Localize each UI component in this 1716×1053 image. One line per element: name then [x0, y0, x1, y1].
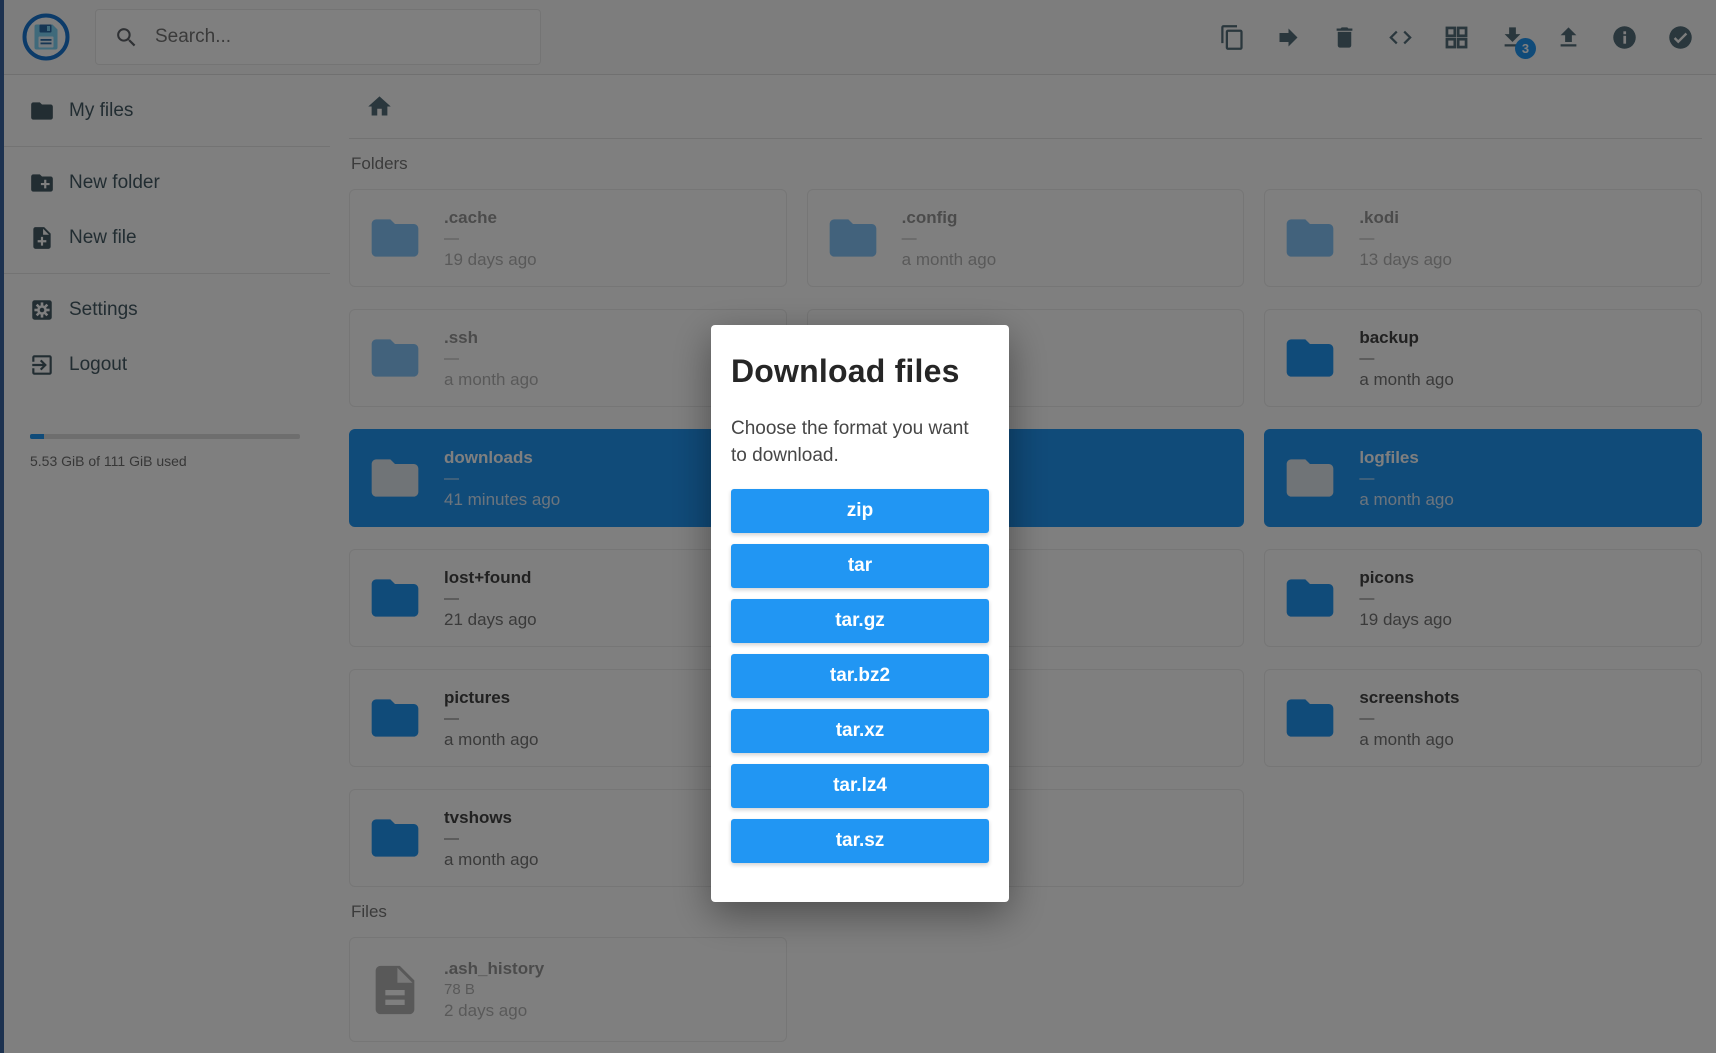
- format-button[interactable]: tar.xz: [731, 709, 989, 753]
- format-button-list: zip tar tar.gz tar.bz2 tar.xz tar.lz4 tar.sz: [731, 489, 989, 863]
- format-button[interactable]: zip: [731, 489, 989, 533]
- format-button[interactable]: tar.lz4: [731, 764, 989, 808]
- format-button[interactable]: tar.sz: [731, 819, 989, 863]
- format-button[interactable]: tar.gz: [731, 599, 989, 643]
- dialog-title: Download files: [731, 351, 989, 391]
- download-dialog: Download files Choose the format you wan…: [711, 325, 1009, 902]
- format-button[interactable]: tar: [731, 544, 989, 588]
- dialog-description: Choose the format you want to download.: [731, 415, 989, 469]
- filebrowser-app: Search... 3: [0, 0, 1716, 1053]
- format-button[interactable]: tar.bz2: [731, 654, 989, 698]
